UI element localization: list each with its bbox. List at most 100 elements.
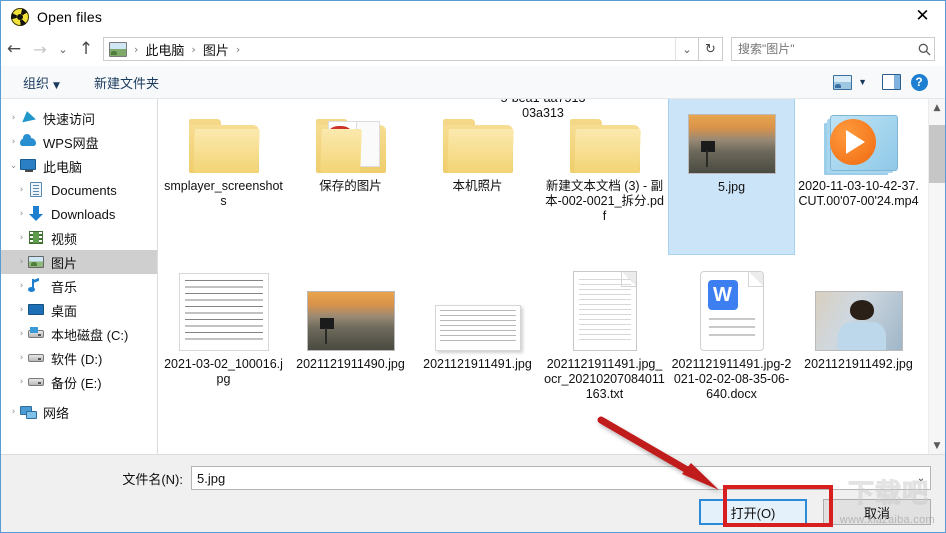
image-thumbnail <box>687 99 777 174</box>
preview-pane-icon[interactable] <box>877 71 905 93</box>
sidebar-item-drive-d[interactable]: › 软件 (D:) <box>1 346 157 370</box>
drive-icon <box>28 374 45 390</box>
image-thumbnail <box>306 439 396 454</box>
sidebar-item-label: 此电脑 <box>43 159 83 175</box>
folder-icon <box>179 99 269 173</box>
help-icon[interactable]: ? <box>905 71 933 93</box>
text-file-icon <box>560 261 650 351</box>
sidebar-item-quick-access[interactable]: › 快速访问 <box>1 106 157 130</box>
recent-locations-button[interactable]: ⌄ <box>53 36 73 62</box>
file-tile[interactable]: 2021121911490.jpg <box>287 255 414 433</box>
file-tile[interactable]: 2021121911491.jpg_ocr_20210207084011163.… <box>541 255 668 433</box>
cancel-button[interactable]: 取消 <box>823 499 931 525</box>
file-tile-selected[interactable]: 5.jpg <box>668 99 795 255</box>
organize-menu[interactable]: 组织 ▼ <box>17 73 66 92</box>
sidebar-item-wps-cloud[interactable]: › WPS网盘 <box>1 130 157 154</box>
pictures-icon <box>28 254 45 270</box>
file-tile[interactable]: smplayer_screenshots <box>160 99 287 255</box>
filename-field[interactable]: ⌄ <box>191 466 931 490</box>
search-input[interactable] <box>732 41 914 57</box>
organize-label: 组织 <box>23 75 50 91</box>
sidebar-item-label: 软件 (D:) <box>51 351 103 367</box>
file-list-pane[interactable]: 5-bea1-aa7513 03a313 smplayer_screenshot… <box>158 99 945 454</box>
sidebar-item-desktop[interactable]: › 桌面 <box>1 298 157 322</box>
breadcrumb-separator[interactable]: › <box>231 43 245 56</box>
scrollbar-thumb[interactable] <box>929 125 945 183</box>
forward-button[interactable]: → <box>27 36 53 62</box>
expand-chevron-icon[interactable]: › <box>15 329 28 339</box>
file-tile[interactable]: 2020-11-03-10-42-37.CUT.00'07-00'24.mp4 <box>795 99 922 255</box>
file-name: 保存的图片 <box>319 179 382 193</box>
sidebar-item-label: Documents <box>51 182 117 198</box>
file-name: smplayer_screenshots <box>164 179 283 208</box>
sidebar-item-network[interactable]: › 网络 <box>1 400 157 424</box>
sidebar-item-this-pc[interactable]: ⌄ 此电脑 <box>1 154 157 178</box>
sidebar-item-label: 桌面 <box>51 303 78 319</box>
sidebar-item-downloads[interactable]: › Downloads <box>1 202 157 226</box>
image-thumbnail <box>178 261 269 351</box>
file-tile[interactable]: 2021121911491.jpg <box>414 255 541 433</box>
refresh-icon[interactable]: ↻ <box>699 37 723 61</box>
expand-chevron-icon[interactable]: › <box>15 281 28 291</box>
expand-chevron-icon[interactable]: › <box>15 257 28 267</box>
expand-chevron-icon[interactable]: › <box>15 305 28 315</box>
address-bar[interactable]: › 此电脑 › 图片 › ⌄ <box>103 37 699 61</box>
expand-chevron-icon[interactable]: › <box>7 137 20 147</box>
navigation-pane: › 快速访问 › WPS网盘 ⌄ 此电脑 › Documents › Downl… <box>1 99 158 454</box>
sidebar-item-videos[interactable]: › 视频 <box>1 226 157 250</box>
expand-chevron-icon[interactable]: › <box>15 377 28 387</box>
filename-row: 文件名(N): ⌄ <box>1 465 945 491</box>
search-icon <box>914 43 934 56</box>
up-button[interactable]: ↑ <box>73 36 99 62</box>
sidebar-item-label: 视频 <box>51 231 78 247</box>
filename-label: 文件名(N): <box>122 471 183 487</box>
file-tile[interactable]: W 2021121911491.jpg-2021-02-02-08-35-06-… <box>668 255 795 433</box>
chevron-down-icon: ▼ <box>53 80 60 91</box>
breadcrumb-separator: › <box>191 42 196 56</box>
sidebar-item-local-disk-c[interactable]: › 本地磁盘 (C:) <box>1 322 157 346</box>
sidebar-item-documents[interactable]: › Documents <box>1 178 157 202</box>
file-name: 2021-03-02_100016.jpg <box>164 357 283 386</box>
expand-chevron-icon[interactable]: › <box>15 209 28 219</box>
file-tile[interactable]: 保存的图片 <box>287 99 414 255</box>
filename-dropdown-icon[interactable]: ⌄ <box>912 473 930 484</box>
breadcrumb-this-pc[interactable]: 此电脑 <box>143 40 186 59</box>
address-dropdown-icon[interactable]: ⌄ <box>675 38 698 60</box>
close-icon[interactable]: ✕ <box>900 1 945 31</box>
file-tile[interactable]: 本机照片 <box>414 99 541 255</box>
command-bar: 组织 ▼ 新建文件夹 ▼ ? <box>1 66 945 99</box>
view-layout-icon[interactable] <box>828 71 856 93</box>
back-button[interactable]: ← <box>1 36 27 62</box>
open-button[interactable]: 打开(O) <box>699 499 807 525</box>
sidebar-item-drive-e[interactable]: › 备份 (E:) <box>1 370 157 394</box>
drive-icon <box>28 350 45 366</box>
file-tile[interactable]: 2021-03-02_100016.jpg <box>160 255 287 433</box>
scroll-down-icon[interactable]: ▼ <box>929 437 945 454</box>
collapse-chevron-icon[interactable]: ⌄ <box>7 161 20 171</box>
sidebar-item-pictures[interactable]: › 图片 <box>1 250 157 274</box>
file-tile[interactable]: 2021121911503.bmp <box>287 433 414 454</box>
scroll-up-icon[interactable]: ▲ <box>929 99 945 116</box>
navigation-bar: ← → ⌄ ↑ › 此电脑 › 图片 › ⌄ ↻ <box>1 32 945 66</box>
sidebar-item-music[interactable]: › 音乐 <box>1 274 157 298</box>
breadcrumb-pictures[interactable]: 图片 <box>201 40 231 59</box>
breadcrumb-separator: › <box>134 42 139 56</box>
new-folder-button[interactable]: 新建文件夹 <box>88 73 165 92</box>
file-tile[interactable]: 2021121911501anjv.jpg <box>160 433 287 454</box>
file-tile[interactable]: 2021121911492.jpg <box>795 255 922 433</box>
expand-chevron-icon[interactable]: › <box>15 185 28 195</box>
folder-with-preview-icon <box>306 99 396 173</box>
sidebar-item-label: 本地磁盘 (C:) <box>51 327 129 343</box>
expand-chevron-icon[interactable]: › <box>7 407 20 417</box>
file-tile[interactable]: 新建文本文档 (3) - 副本-002-0021_拆分.pdf <box>541 99 668 255</box>
sidebar-item-label: Downloads <box>51 206 116 222</box>
expand-chevron-icon[interactable]: › <box>7 113 20 123</box>
view-chevron-down-icon[interactable]: ▼ <box>856 77 877 87</box>
vertical-scrollbar[interactable]: ▲ ▼ <box>928 99 945 454</box>
image-thumbnail <box>179 439 269 454</box>
search-box[interactable] <box>731 37 935 61</box>
expand-chevron-icon[interactable]: › <box>15 233 28 243</box>
expand-chevron-icon[interactable]: › <box>15 353 28 363</box>
filename-input[interactable] <box>192 469 912 487</box>
image-thumbnail <box>433 261 523 351</box>
